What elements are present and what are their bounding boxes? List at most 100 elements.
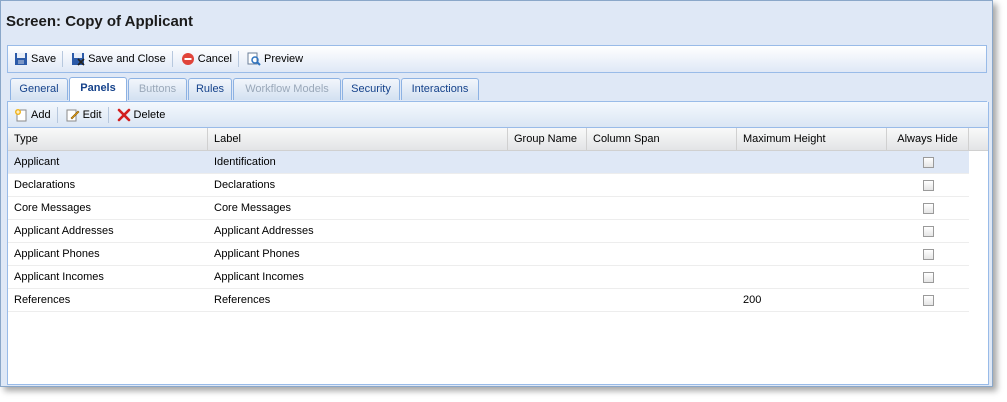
always-hide-checkbox[interactable] (922, 249, 934, 260)
cancel-label: Cancel (197, 53, 232, 65)
tab-interactions[interactable]: Interactions (401, 78, 479, 100)
always-hide-checkbox[interactable] (922, 226, 934, 237)
tab-rules[interactable]: Rules (188, 78, 232, 100)
save-button[interactable]: Save (10, 49, 60, 69)
tab-panels[interactable]: Panels (69, 77, 127, 101)
cell-column-span (587, 220, 737, 242)
always-hide-checkbox[interactable] (922, 203, 934, 214)
toolbar-separator (238, 51, 239, 67)
cell-column-span (587, 197, 737, 219)
panels-grid: Type Label Group Name Column Span Maximu… (7, 128, 989, 385)
cell-type: References (14, 294, 71, 306)
cell-label: Applicant Incomes (214, 271, 304, 283)
cell-column-span (587, 151, 737, 173)
column-header-always-hide[interactable]: Always Hide (887, 128, 969, 150)
cell-type: Declarations (14, 179, 76, 191)
cell-group-name (508, 151, 587, 173)
cell-always-hide (887, 174, 969, 196)
edit-label: Edit (82, 108, 102, 121)
cell-column-span (587, 289, 737, 311)
cell-maximum-height (737, 220, 887, 242)
table-row[interactable]: Applicant Incomes Applicant Incomes (8, 266, 969, 289)
delete-button[interactable]: Delete (113, 105, 170, 125)
floppy-disk-icon (15, 53, 27, 65)
cell-label: Core Messages (214, 202, 292, 214)
cancel-icon (181, 53, 194, 65)
cell-group-name (508, 243, 587, 265)
toolbar-separator (171, 51, 173, 67)
cell-type: Applicant (14, 156, 60, 168)
cell-maximum-height (737, 174, 887, 196)
cell-maximum-height (737, 151, 887, 173)
save-close-icon (72, 53, 85, 66)
tab-buttons: Buttons (128, 78, 187, 100)
screen-editor-window: Screen: Copy of Applicant Save Save and … (0, 0, 993, 387)
toolbar-separator (56, 106, 58, 123)
delete-label: Delete (133, 108, 166, 121)
table-row[interactable]: References References 200 (8, 289, 969, 312)
toolbar-separator (107, 106, 109, 123)
table-row[interactable]: Applicant Phones Applicant Phones (8, 243, 969, 266)
cell-always-hide (887, 197, 969, 219)
grid-header: Type Label Group Name Column Span Maximu… (8, 128, 988, 151)
cell-type: Applicant Phones (14, 248, 100, 260)
column-header-maximum-height[interactable]: Maximum Height (737, 128, 887, 150)
column-header-column-span[interactable]: Column Span (587, 128, 737, 150)
tab-security[interactable]: Security (342, 78, 400, 100)
cell-always-hide (887, 151, 969, 173)
toolbar-separator (62, 51, 64, 67)
main-toolbar: Save Save and Close Cancel Preview (7, 45, 987, 73)
tab-general[interactable]: General (10, 78, 68, 100)
save-and-close-button[interactable]: Save and Close (67, 49, 170, 69)
edit-pencil-icon (66, 109, 80, 121)
cell-maximum-height (737, 243, 887, 265)
cell-always-hide (887, 243, 969, 265)
cell-group-name (508, 220, 587, 242)
always-hide-checkbox[interactable] (922, 180, 934, 191)
always-hide-checkbox[interactable] (922, 272, 934, 283)
cell-group-name (508, 174, 587, 196)
cell-type: Applicant Incomes (14, 271, 104, 283)
cell-column-span (587, 243, 737, 265)
table-row[interactable]: Declarations Declarations (8, 174, 969, 197)
column-header-group-name[interactable]: Group Name (508, 128, 587, 150)
cell-maximum-height (737, 266, 887, 288)
column-header-label[interactable]: Label (208, 128, 508, 150)
delete-x-icon (117, 108, 130, 121)
add-document-icon (15, 108, 27, 121)
cell-type: Applicant Addresses (14, 225, 114, 237)
always-hide-checkbox[interactable] (922, 295, 934, 306)
cell-group-name (508, 266, 587, 288)
column-header-type[interactable]: Type (8, 128, 208, 150)
cell-maximum-height: 200 (743, 294, 762, 306)
save-label: Save (31, 53, 57, 65)
cell-label: Declarations (214, 179, 276, 191)
cell-column-span (587, 174, 737, 196)
cell-maximum-height (737, 197, 887, 219)
cell-type: Core Messages (14, 202, 92, 214)
cell-label: Identification (214, 156, 276, 168)
table-row[interactable]: Applicant Identification (8, 151, 969, 174)
add-button[interactable]: Add (10, 105, 55, 125)
preview-label: Preview (264, 53, 304, 65)
add-label: Add (31, 108, 51, 121)
cell-label: References (214, 294, 271, 306)
cell-label: Applicant Addresses (214, 225, 314, 237)
tab-strip: General Panels Buttons Rules Workflow Mo… (7, 74, 987, 102)
table-row[interactable]: Applicant Addresses Applicant Addresses (8, 220, 969, 243)
cell-group-name (508, 197, 587, 219)
panels-toolbar: Add Edit Delete (7, 102, 989, 128)
edit-button[interactable]: Edit (62, 105, 106, 125)
cancel-button[interactable]: Cancel (177, 49, 236, 69)
table-row[interactable]: Core Messages Core Messages (8, 197, 969, 220)
always-hide-checkbox[interactable] (922, 157, 934, 168)
cell-always-hide (887, 266, 969, 288)
cell-group-name (508, 289, 587, 311)
preview-magnifier-icon (247, 52, 261, 66)
cell-column-span (587, 266, 737, 288)
window-title: Screen: Copy of Applicant (6, 13, 193, 30)
tab-workflow-models: Workflow Models (233, 78, 341, 100)
save-and-close-label: Save and Close (88, 53, 166, 65)
cell-label: Applicant Phones (214, 248, 300, 260)
preview-button[interactable]: Preview (243, 49, 307, 69)
